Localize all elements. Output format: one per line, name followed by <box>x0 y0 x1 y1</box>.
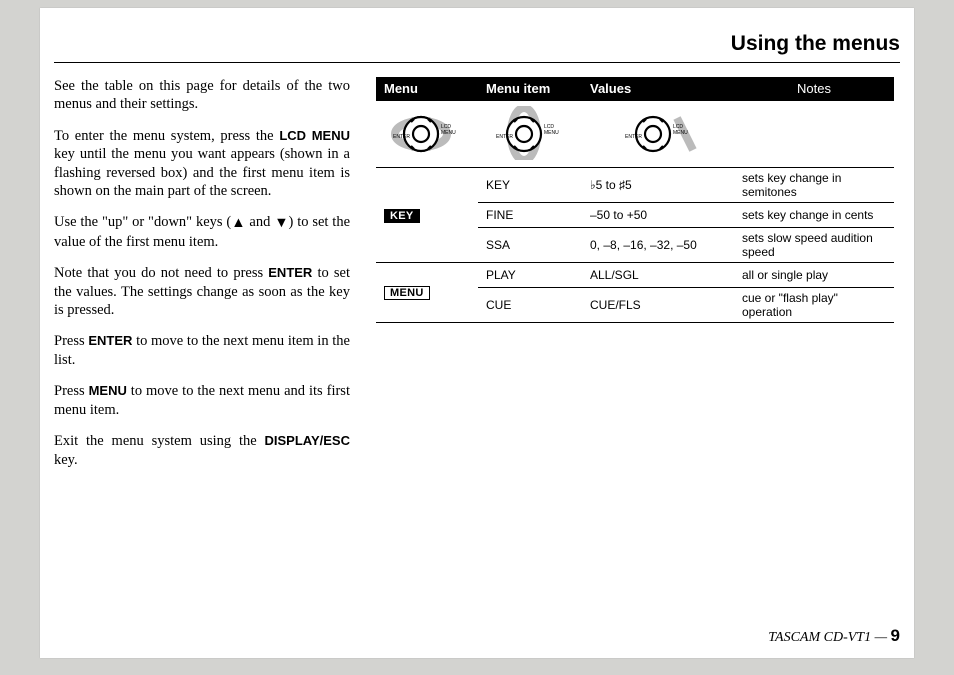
svg-text:MENU: MENU <box>673 130 688 136</box>
text: Press <box>54 383 89 399</box>
text: Press <box>54 333 88 349</box>
text: Note that you do not need to press <box>54 265 268 281</box>
footer-text: TASCAM CD-VT1 — <box>768 630 890 645</box>
paragraph-5: Press ENTER to move to the next menu ite… <box>54 332 350 369</box>
key-menu: MENU <box>89 383 127 398</box>
col-menu: Menu <box>376 77 478 101</box>
text: To enter the menu system, press the <box>54 128 279 144</box>
text: and <box>246 214 275 230</box>
key-badge: KEY <box>384 209 420 223</box>
page-content: See the table on this page for details o… <box>40 77 914 482</box>
table-row: KEY KEY ♭5 to ♯5 sets key change in semi… <box>376 168 894 203</box>
cell-item: FINE <box>478 203 582 228</box>
col-notes: Notes <box>734 77 894 101</box>
encoder-icon: ENTER LCD MENU <box>492 106 568 163</box>
paragraph-3: Use the "up" or "down" keys (▲ and ▼) to… <box>54 213 350 251</box>
paragraph-1: See the table on this page for details o… <box>54 77 350 114</box>
cell-values: 0, –8, –16, –32, –50 <box>582 228 734 263</box>
cell-notes: sets key change in cents <box>734 203 894 228</box>
encoder-icon: ENTER LCD MENU <box>615 106 701 163</box>
text: key. <box>54 452 78 468</box>
cell-item: PLAY <box>478 263 582 288</box>
cell-values: –50 to +50 <box>582 203 734 228</box>
svg-text:ENTER: ENTER <box>496 134 513 140</box>
up-arrow-icon: ▲ <box>231 214 245 232</box>
menu-badge: MENU <box>384 286 430 300</box>
text: Exit the menu system using the <box>54 433 265 449</box>
paragraph-2: To enter the menu system, press the LCD … <box>54 127 350 201</box>
cell-notes: sets slow speed audition speed <box>734 228 894 263</box>
table-column: Menu Menu item Values Notes <box>376 77 896 482</box>
icon-cell-menu: ENTER LCD MENU <box>376 101 478 168</box>
col-values: Values <box>582 77 734 101</box>
icon-cell-notes <box>734 101 894 168</box>
page-header: Using the menus <box>54 8 900 63</box>
menu-cell-key: KEY <box>376 168 478 263</box>
key-display-esc: DISPLAY/ESC <box>265 433 351 448</box>
icon-cell-item: ENTER LCD MENU <box>478 101 582 168</box>
menu-cell-menu: MENU <box>376 263 478 323</box>
svg-text:MENU: MENU <box>441 130 456 136</box>
encoder-icon: ENTER LCD MENU <box>389 106 465 163</box>
cell-item: CUE <box>478 288 582 323</box>
svg-text:MENU: MENU <box>544 130 559 136</box>
page-footer: TASCAM CD-VT1 — 9 <box>768 626 900 646</box>
page-title: Using the menus <box>731 32 900 56</box>
table-row: MENU PLAY ALL/SGL all or single play <box>376 263 894 288</box>
text: Use the "up" or "down" keys ( <box>54 214 231 230</box>
icon-cell-values: ENTER LCD MENU <box>582 101 734 168</box>
key-enter: ENTER <box>88 333 132 348</box>
cell-item: KEY <box>478 168 582 203</box>
key-lcd-menu: LCD MENU <box>279 128 350 143</box>
manual-page: Using the menus See the table on this pa… <box>40 8 914 658</box>
paragraph-4: Note that you do not need to press ENTER… <box>54 264 350 319</box>
svg-text:ENTER: ENTER <box>625 134 642 140</box>
col-item: Menu item <box>478 77 582 101</box>
cell-notes: cue or "flash play" operation <box>734 288 894 323</box>
key-enter: ENTER <box>268 265 312 280</box>
enter-label: ENTER <box>393 134 410 140</box>
cell-item: SSA <box>478 228 582 263</box>
table-header-row: Menu Menu item Values Notes <box>376 77 894 101</box>
down-arrow-icon: ▼ <box>274 214 288 232</box>
cell-notes: all or single play <box>734 263 894 288</box>
page-number: 9 <box>891 626 900 645</box>
menu-table: Menu Menu item Values Notes <box>376 77 894 323</box>
text: key until the menu you want appears (sho… <box>54 146 350 199</box>
cell-values: CUE/FLS <box>582 288 734 323</box>
body-text-column: See the table on this page for details o… <box>54 77 350 482</box>
icon-row: ENTER LCD MENU <box>376 101 894 168</box>
paragraph-6: Press MENU to move to the next menu and … <box>54 382 350 419</box>
cell-values: ♭5 to ♯5 <box>582 168 734 203</box>
cell-notes: sets key change in semitones <box>734 168 894 203</box>
paragraph-7: Exit the menu system using the DISPLAY/E… <box>54 432 350 469</box>
cell-values: ALL/SGL <box>582 263 734 288</box>
